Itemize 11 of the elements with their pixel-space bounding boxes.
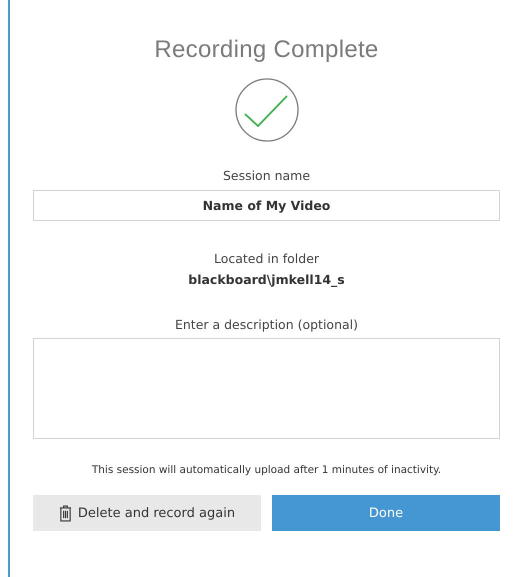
field-label: Located in folder	[214, 251, 320, 266]
check-circle-icon	[234, 78, 298, 142]
folder-path: blackboard\jmkell14_s	[188, 272, 345, 287]
delete-button[interactable]: Delete and record again	[33, 495, 261, 531]
session-name-field[interactable]: Name of My Video	[33, 190, 500, 221]
field-label: Session name	[222, 168, 310, 183]
description-field[interactable]	[33, 338, 500, 439]
upload-notice: This session will automatically upload after 1 minutes of inactivity.	[92, 464, 442, 476]
trash-icon	[58, 504, 72, 522]
field-label: Enter a description (optional)	[174, 317, 358, 332]
dialog-title: Recording Complete	[154, 36, 379, 64]
